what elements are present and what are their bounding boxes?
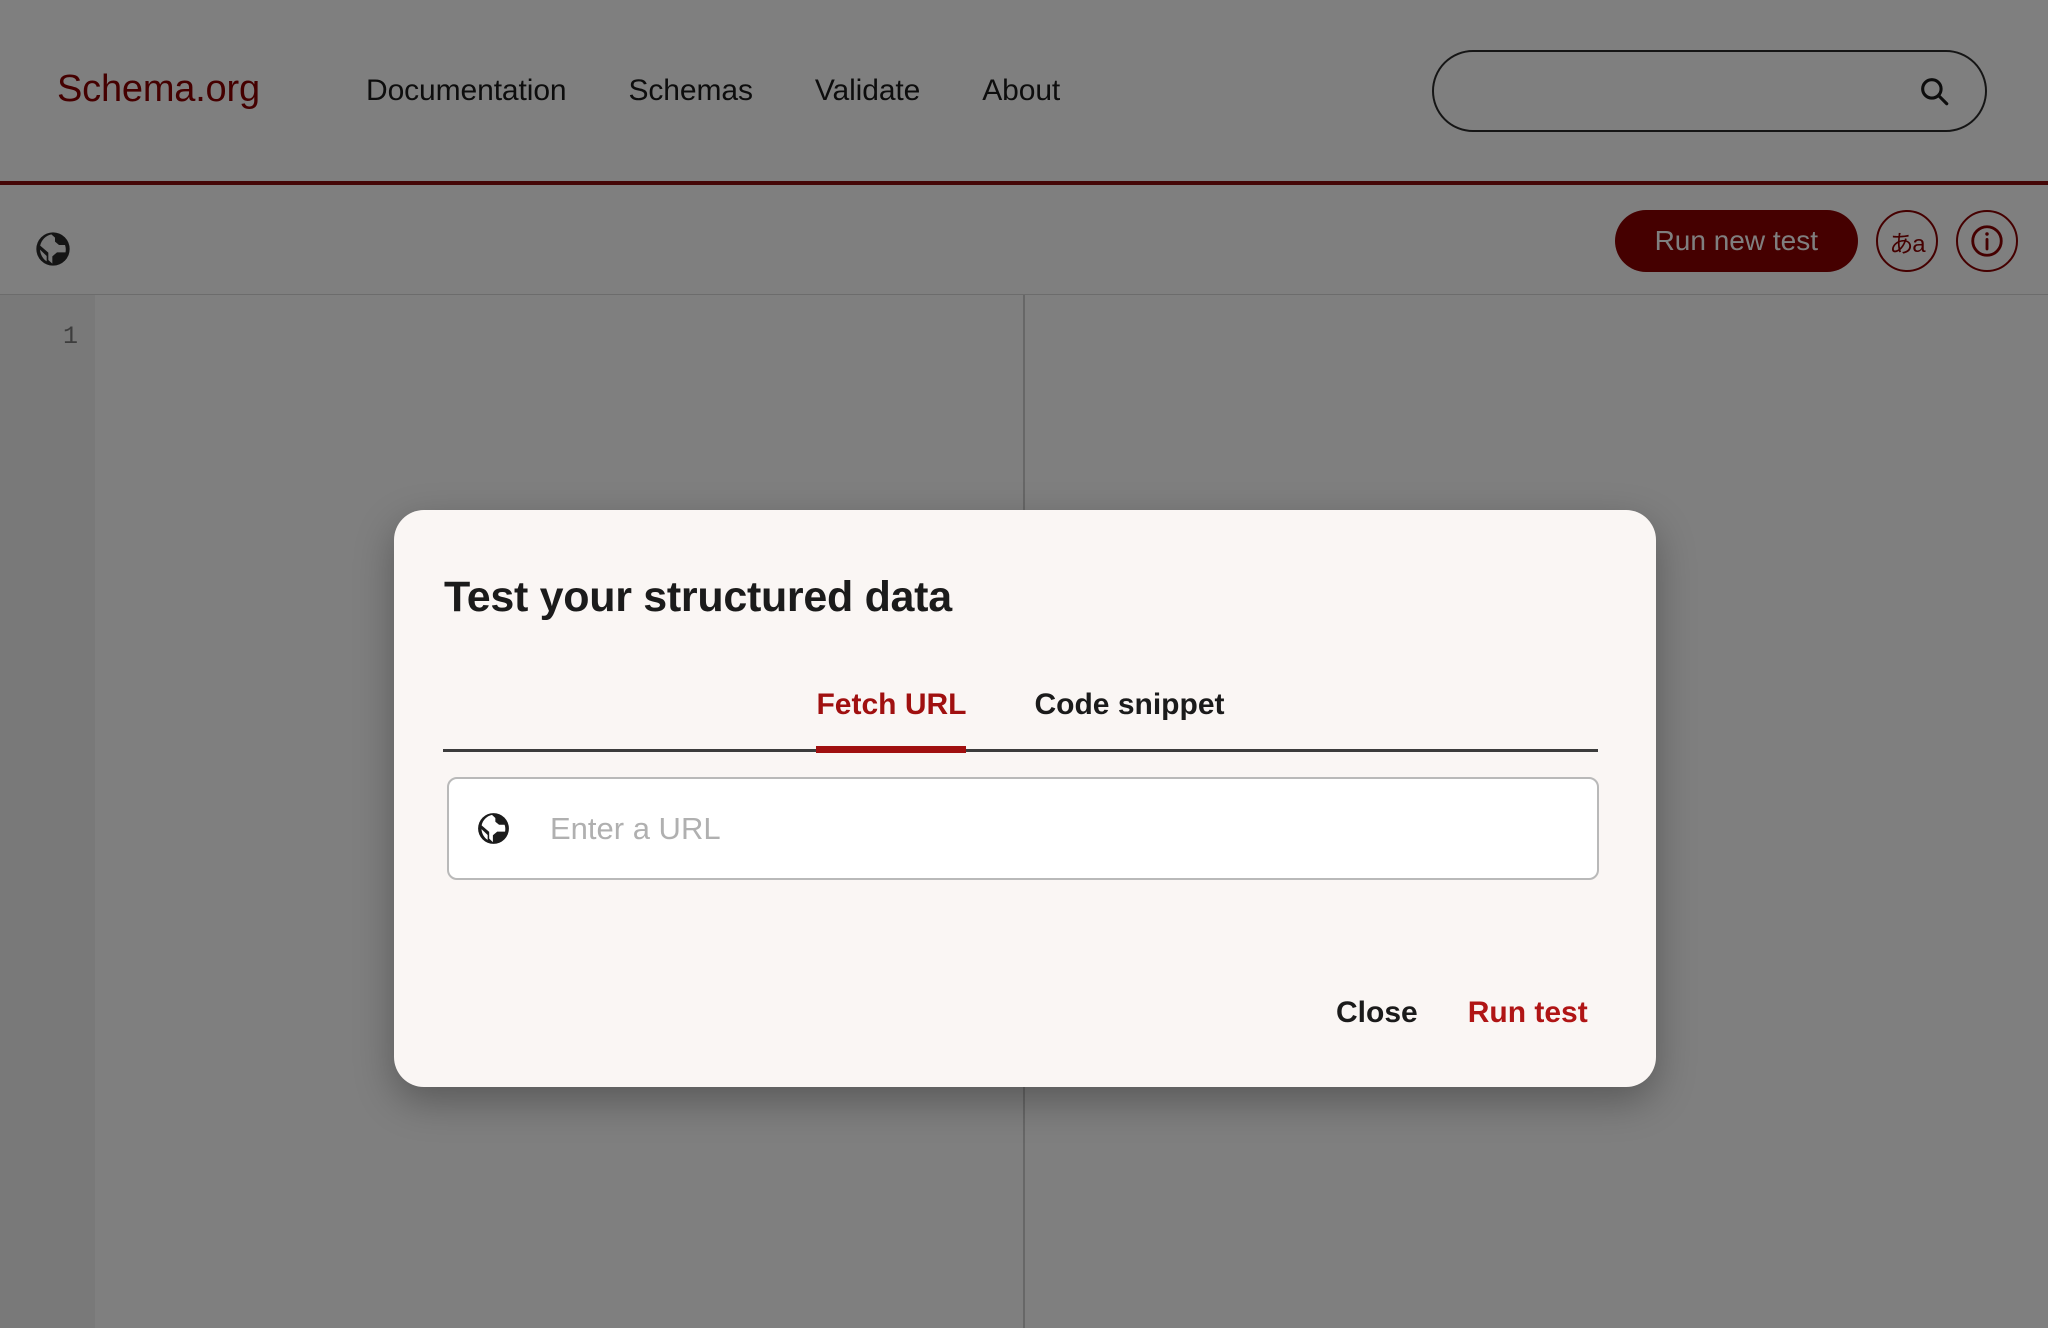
url-input[interactable] [550, 810, 1571, 847]
close-button[interactable]: Close [1332, 990, 1422, 1036]
dialog-title: Test your structured data [444, 573, 952, 621]
tab-code-snippet[interactable]: Code snippet [1034, 688, 1224, 750]
globe-icon [475, 810, 512, 847]
dialog-tabs: Fetch URL Code snippet [443, 688, 1598, 753]
url-input-field[interactable] [447, 777, 1599, 880]
tab-fetch-url[interactable]: Fetch URL [816, 688, 967, 753]
app-root: Schema.org Documentation Schemas Validat… [0, 0, 2048, 1328]
run-test-button[interactable]: Run test [1464, 990, 1592, 1036]
dialog-actions: Close Run test [1332, 990, 1592, 1036]
